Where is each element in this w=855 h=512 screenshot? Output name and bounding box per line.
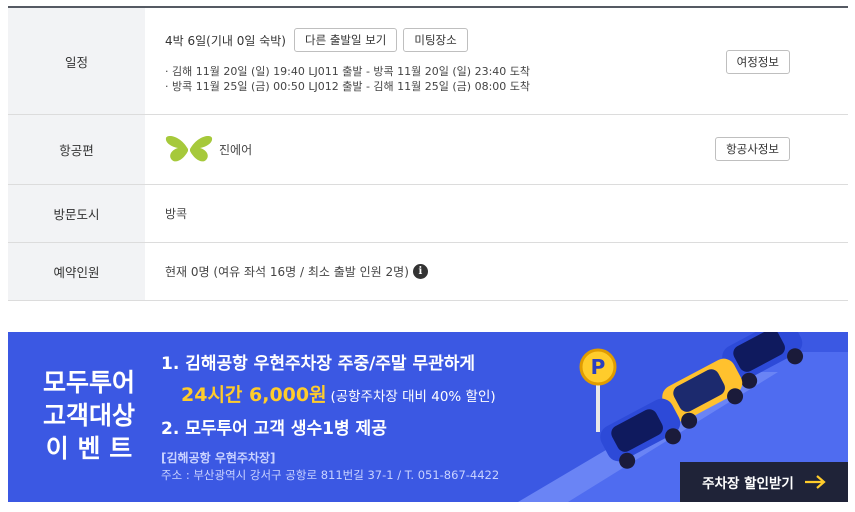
reservation-cell: 현재 0명 (여유 좌석 16명 / 최소 출발 인원 2명) i <box>145 243 848 300</box>
brand-line-1: 모두투어 <box>42 368 135 397</box>
brand-line-2: 고객대상 <box>42 401 135 430</box>
city-value: 방콕 <box>165 207 188 221</box>
banner-brand: 모두투어 고객대상 이 벤 트 <box>30 366 148 465</box>
city-label: 방문도시 <box>8 185 145 242</box>
airline-name: 진에어 <box>219 143 253 157</box>
parking-location-title: [김해공항 우현주차장] <box>161 451 276 465</box>
inbound-flight: · 방콕 11월 25일 (금) 00:50 LJ012 출발 - 김해 11월… <box>165 80 531 93</box>
svg-text:P: P <box>591 355 606 379</box>
airline-info: 진에어 <box>165 132 252 168</box>
price-note: (공항주차장 대비 40% 할인) <box>330 389 496 405</box>
benefit-price: 24시간 6,000원 (공항주차장 대비 40% 할인) <box>161 378 499 414</box>
info-icon[interactable]: i <box>412 264 428 279</box>
other-dates-button[interactable]: 다른 출발일 보기 <box>294 28 398 52</box>
trip-duration: 4박 6일(기내 0일 숙박) <box>165 33 286 48</box>
parking-event-banner[interactable]: 모두투어 고객대상 이 벤 트 1. 김해공항 우현주차장 주중/주말 무관하게… <box>8 332 848 502</box>
brand-line-3: 이 벤 트 <box>45 434 133 463</box>
arrow-right-icon <box>804 475 826 489</box>
schedule-top: 4박 6일(기내 0일 숙박) 다른 출발일 보기 미팅장소 <box>165 28 530 52</box>
parking-address: 주소 : 부산광역시 강서구 공항로 811번길 37-1 / T. 051-8… <box>161 468 500 482</box>
outbound-flight: · 김해 11월 20일 (일) 19:40 LJ011 출발 - 방콕 11월… <box>165 65 531 78</box>
parking-discount-button[interactable]: 주차장 할인받기 <box>680 462 848 502</box>
benefit-2: 2. 모두투어 고객 생수1병 제공 <box>161 419 387 439</box>
reservation-row: 예약인원 현재 0명 (여유 좌석 16명 / 최소 출발 인원 2명) i <box>8 243 848 301</box>
price-highlight: 24시간 6,000원 <box>181 384 327 406</box>
reservation-label: 예약인원 <box>8 243 145 300</box>
airline-cell: 진에어 항공사정보 <box>145 115 848 184</box>
airline-row: 항공편 진에어 항공사정보 <box>8 115 848 185</box>
benefit-1: 1. 김해공항 우현주차장 주중/주말 무관하게 <box>161 354 476 374</box>
schedule-content: 4박 6일(기내 0일 숙박) 다른 출발일 보기 미팅장소 · 김해 11월 … <box>165 28 530 94</box>
itinerary-info-button[interactable]: 여정정보 <box>725 50 790 74</box>
airline-info-button[interactable]: 항공사정보 <box>715 137 790 161</box>
airline-label: 항공편 <box>8 115 145 184</box>
banner-text: 1. 김해공항 우현주차장 주중/주말 무관하게 24시간 6,000원 (공항… <box>161 350 499 484</box>
schedule-row: 일정 4박 6일(기내 0일 숙박) 다른 출발일 보기 미팅장소 · 김해 1… <box>8 8 848 115</box>
parking-discount-label: 주차장 할인받기 <box>702 476 794 492</box>
reservation-value: 현재 0명 (여유 좌석 16명 / 최소 출발 인원 2명) <box>165 265 409 279</box>
schedule-cell: 4박 6일(기내 0일 숙박) 다른 출발일 보기 미팅장소 · 김해 11월 … <box>145 8 848 114</box>
city-cell: 방콕 <box>145 185 848 242</box>
jinair-logo-icon <box>165 135 213 161</box>
flight-lines: · 김해 11월 20일 (일) 19:40 LJ011 출발 - 방콕 11월… <box>165 64 530 94</box>
tour-info-table: 일정 4박 6일(기내 0일 숙박) 다른 출발일 보기 미팅장소 · 김해 1… <box>8 6 848 301</box>
meeting-place-button[interactable]: 미팅장소 <box>403 28 468 52</box>
schedule-label: 일정 <box>8 8 145 114</box>
city-row: 방문도시 방콕 <box>8 185 848 243</box>
